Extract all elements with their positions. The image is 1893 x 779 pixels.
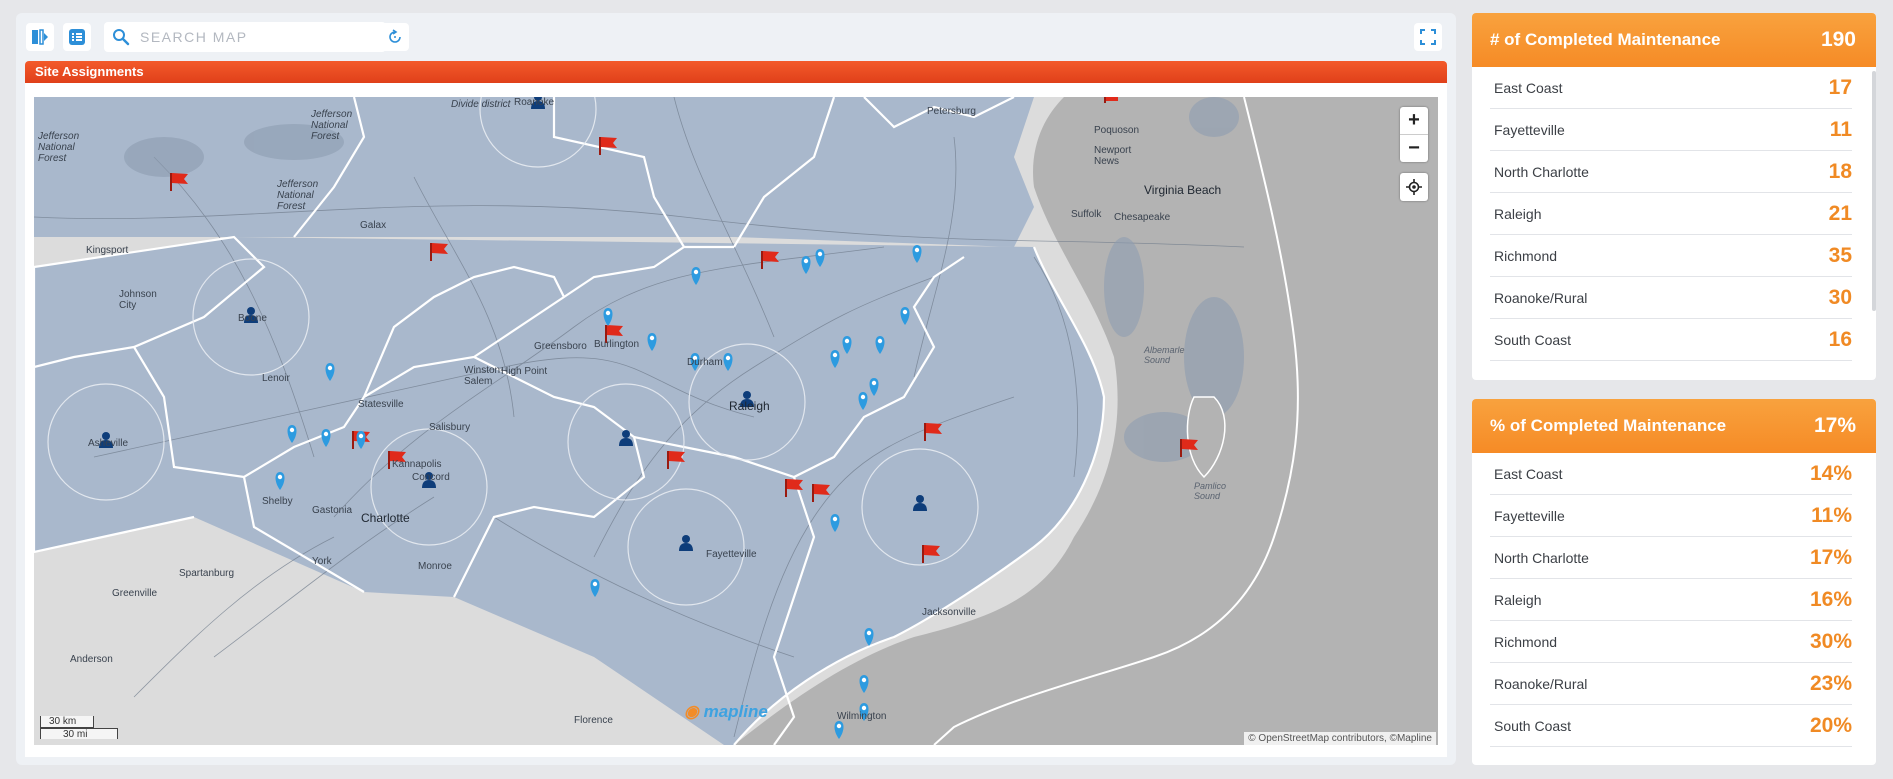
- map-scale: 30 km 30 mi: [40, 716, 118, 740]
- card-header: % of Completed Maintenance 17%: [1472, 399, 1876, 453]
- list-item: Fayetteville 11%: [1490, 495, 1852, 537]
- zoom-out-button[interactable]: −: [1400, 134, 1428, 162]
- card-total: 17%: [1813, 414, 1856, 437]
- search-icon: [113, 29, 130, 46]
- scale-mi: 30 mi: [40, 728, 118, 740]
- crosshair-icon: [1406, 179, 1422, 195]
- site-assignments-title: Site Assignments: [25, 61, 1447, 83]
- list-icon: [69, 29, 85, 45]
- list-item: East Coast 17: [1490, 67, 1852, 109]
- map-canvas[interactable]: Roanoke Petersburg Virginia Beach Chesap…: [34, 97, 1438, 745]
- mapline-logo: ◉ mapline: [684, 702, 768, 721]
- toggle-sidebar-button[interactable]: [26, 23, 54, 51]
- list-item: Richmond 30%: [1490, 621, 1852, 663]
- list-item: North Charlotte 17%: [1490, 537, 1852, 579]
- list-item: Roanoke/Rural 23%: [1490, 663, 1852, 705]
- card-title: % of Completed Maintenance: [1490, 416, 1727, 435]
- list-item: Fayetteville 11: [1490, 109, 1852, 151]
- card-header: # of Completed Maintenance 190: [1472, 13, 1876, 67]
- zoom-in-button[interactable]: +: [1400, 107, 1428, 134]
- map-attribution[interactable]: © OpenStreetMap contributors, ©Mapline: [1244, 732, 1436, 745]
- card-total: 190: [1820, 28, 1856, 51]
- search-box: [104, 22, 386, 52]
- locate-button[interactable]: [1400, 173, 1428, 201]
- zoom-control: + −: [1400, 107, 1428, 162]
- list-item: East Coast 14%: [1490, 453, 1852, 495]
- list-item: Raleigh 21: [1490, 193, 1852, 235]
- completed-count-card: # of Completed Maintenance 190 East Coas…: [1472, 13, 1876, 380]
- map-panel: Site Assignments: [16, 13, 1456, 765]
- data-list-button[interactable]: [63, 23, 91, 51]
- list-item: Roanoke/Rural 30: [1490, 277, 1852, 319]
- refresh-button[interactable]: [381, 23, 409, 51]
- card-title: # of Completed Maintenance: [1490, 30, 1721, 49]
- scale-km: 30 km: [40, 716, 94, 728]
- map-svg: [34, 97, 1438, 745]
- list-item: South Coast 20%: [1490, 705, 1852, 747]
- list-item: Richmond 35: [1490, 235, 1852, 277]
- list-item: South Coast 16: [1490, 319, 1852, 361]
- fullscreen-icon: [1420, 29, 1436, 45]
- list-item: Raleigh 16%: [1490, 579, 1852, 621]
- logo-pin-icon: ◉: [684, 702, 699, 721]
- fullscreen-button[interactable]: [1414, 23, 1442, 51]
- refresh-icon: [389, 29, 401, 43]
- list-item: North Charlotte 18: [1490, 151, 1852, 193]
- completed-percent-card: % of Completed Maintenance 17% East Coas…: [1472, 399, 1876, 765]
- search-input[interactable]: [138, 28, 362, 46]
- sidebar-toggle-icon: [32, 29, 48, 45]
- scrollbar[interactable]: [1872, 71, 1876, 311]
